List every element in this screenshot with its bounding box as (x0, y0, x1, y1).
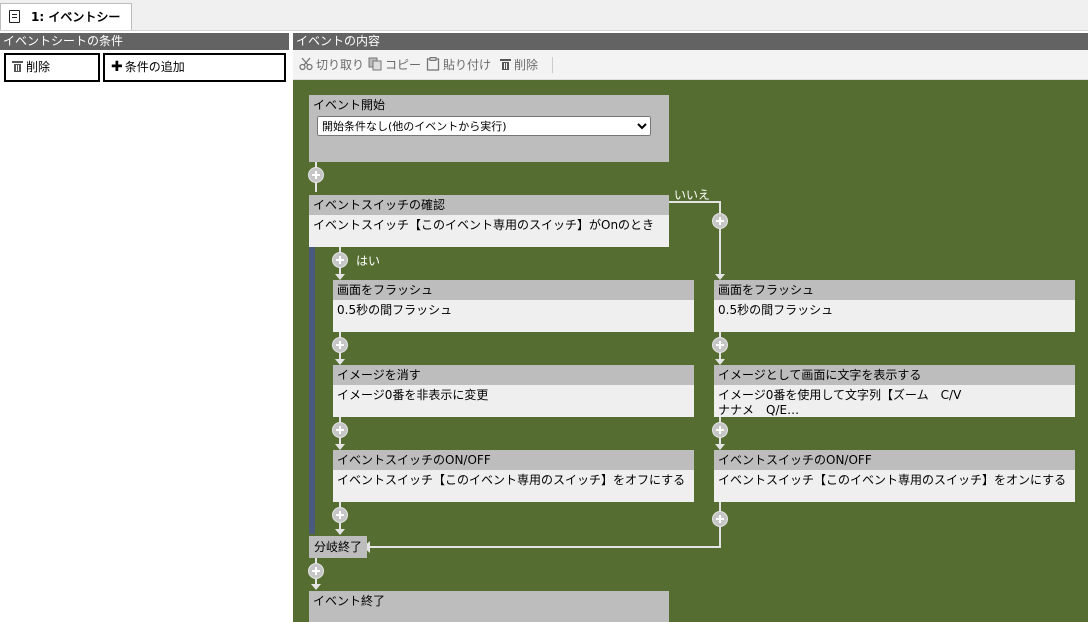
delete-label: 削除 (26, 60, 51, 74)
block-body: イベントスイッチ【このイベント専用のスイッチ】をオンにする (718, 473, 1067, 487)
block-title: イメージとして画面に文字を表示する (714, 365, 1075, 385)
document-icon (9, 10, 20, 23)
insert-plus-button[interactable] (332, 507, 348, 523)
block-body: 0.5秒の間フラッシュ (337, 303, 453, 317)
block-title: イベントスイッチのON/OFF (714, 450, 1075, 470)
yes-label: はい (356, 254, 381, 268)
delete-button[interactable]: 削除 (500, 56, 538, 74)
block-body: イメージ0番を非表示に変更 (337, 388, 489, 402)
paste-icon (426, 57, 440, 71)
event-content-header: イベントの内容 (293, 33, 1088, 50)
conditions-header: イベントシートの条件 (0, 33, 289, 50)
toolbar: 切り取り コピー 貼り付け 削除 (293, 50, 1088, 80)
add-condition-label: 条件の追加 (124, 60, 185, 74)
no-flash-block[interactable]: 画面をフラッシュ 0.5秒の間フラッシュ (714, 280, 1075, 332)
paste-label: 貼り付け (443, 58, 492, 72)
block-body: イベントスイッチ【このイベント専用のスイッチ】をオフにする (337, 473, 686, 487)
arrow-down (335, 529, 345, 535)
event-start-title: イベント開始 (309, 95, 669, 115)
start-condition-select[interactable]: 開始条件なし(他のイベントから実行) (317, 116, 651, 136)
event-end-title: イベント終了 (309, 591, 669, 611)
insert-plus-button[interactable] (712, 337, 728, 353)
yes-switch-off-block[interactable]: イベントスイッチのON/OFF イベントスイッチ【このイベント専用のスイッチ】を… (333, 450, 694, 502)
switch-check-title: イベントスイッチの確認 (309, 195, 669, 215)
toolbar-divider (552, 57, 553, 73)
yes-flash-block[interactable]: 画面をフラッシュ 0.5秒の間フラッシュ (333, 280, 694, 332)
paste-button[interactable]: 貼り付け (426, 56, 491, 74)
insert-plus-button[interactable] (332, 337, 348, 353)
yes-erase-image-block[interactable]: イメージを消す イメージ0番を非表示に変更 (333, 365, 694, 417)
insert-plus-button[interactable] (308, 167, 324, 183)
delete-condition-button[interactable]: 削除 (4, 53, 100, 82)
block-title: イベントスイッチのON/OFF (333, 450, 694, 470)
insert-plus-button[interactable] (712, 213, 728, 229)
block-body: イメージ0番を使用して文字列【ズーム C/V ナナメ Q/E… (718, 388, 962, 417)
insert-plus-button[interactable] (332, 252, 348, 268)
tab-bar (0, 0, 1088, 31)
event-flow-canvas: イベント開始 開始条件なし(他のイベントから実行) イベントスイッチの確認 イベ… (293, 80, 1088, 622)
plus-icon: ✚ (111, 59, 123, 75)
arrow-down (311, 584, 321, 590)
copy-button[interactable]: コピー (368, 56, 421, 74)
add-condition-button[interactable]: ✚ 条件の追加 (103, 53, 286, 82)
insert-plus-button[interactable] (712, 511, 728, 527)
copy-label: コピー (385, 58, 422, 72)
no-label: いいえ (674, 188, 711, 202)
tab-event-sheet[interactable]: 1: イベントシート (0, 3, 132, 50)
insert-plus-button[interactable] (308, 563, 324, 579)
yes-branch-bar (309, 247, 315, 534)
branch-end-block[interactable]: 分岐終了 (309, 536, 367, 558)
block-title: 画面をフラッシュ (333, 280, 694, 300)
block-title: イメージを消す (333, 365, 694, 385)
trash-icon (12, 61, 23, 72)
event-end-block[interactable]: イベント終了 (309, 591, 669, 622)
scissors-icon (299, 57, 313, 71)
copy-icon (368, 57, 382, 71)
merge-line (369, 546, 721, 548)
delete-toolbar-label: 削除 (514, 58, 539, 72)
insert-plus-button[interactable] (712, 422, 728, 438)
no-show-text-block[interactable]: イメージとして画面に文字を表示する イメージ0番を使用して文字列【ズーム C/V… (714, 365, 1075, 417)
switch-check-block[interactable]: イベントスイッチの確認 イベントスイッチ【このイベント専用のスイッチ】がOnのと… (309, 195, 669, 247)
block-title: 画面をフラッシュ (714, 280, 1075, 300)
event-start-block[interactable]: イベント開始 開始条件なし(他のイベントから実行) (309, 95, 669, 162)
insert-plus-button[interactable] (332, 422, 348, 438)
block-body: 0.5秒の間フラッシュ (718, 303, 834, 317)
cut-button[interactable]: 切り取り (299, 56, 364, 74)
switch-check-body: イベントスイッチ【このイベント専用のスイッチ】がOnのとき (313, 218, 655, 232)
cut-label: 切り取り (316, 58, 365, 72)
trash-icon (500, 59, 511, 70)
no-switch-on-block[interactable]: イベントスイッチのON/OFF イベントスイッチ【このイベント専用のスイッチ】を… (714, 450, 1075, 502)
